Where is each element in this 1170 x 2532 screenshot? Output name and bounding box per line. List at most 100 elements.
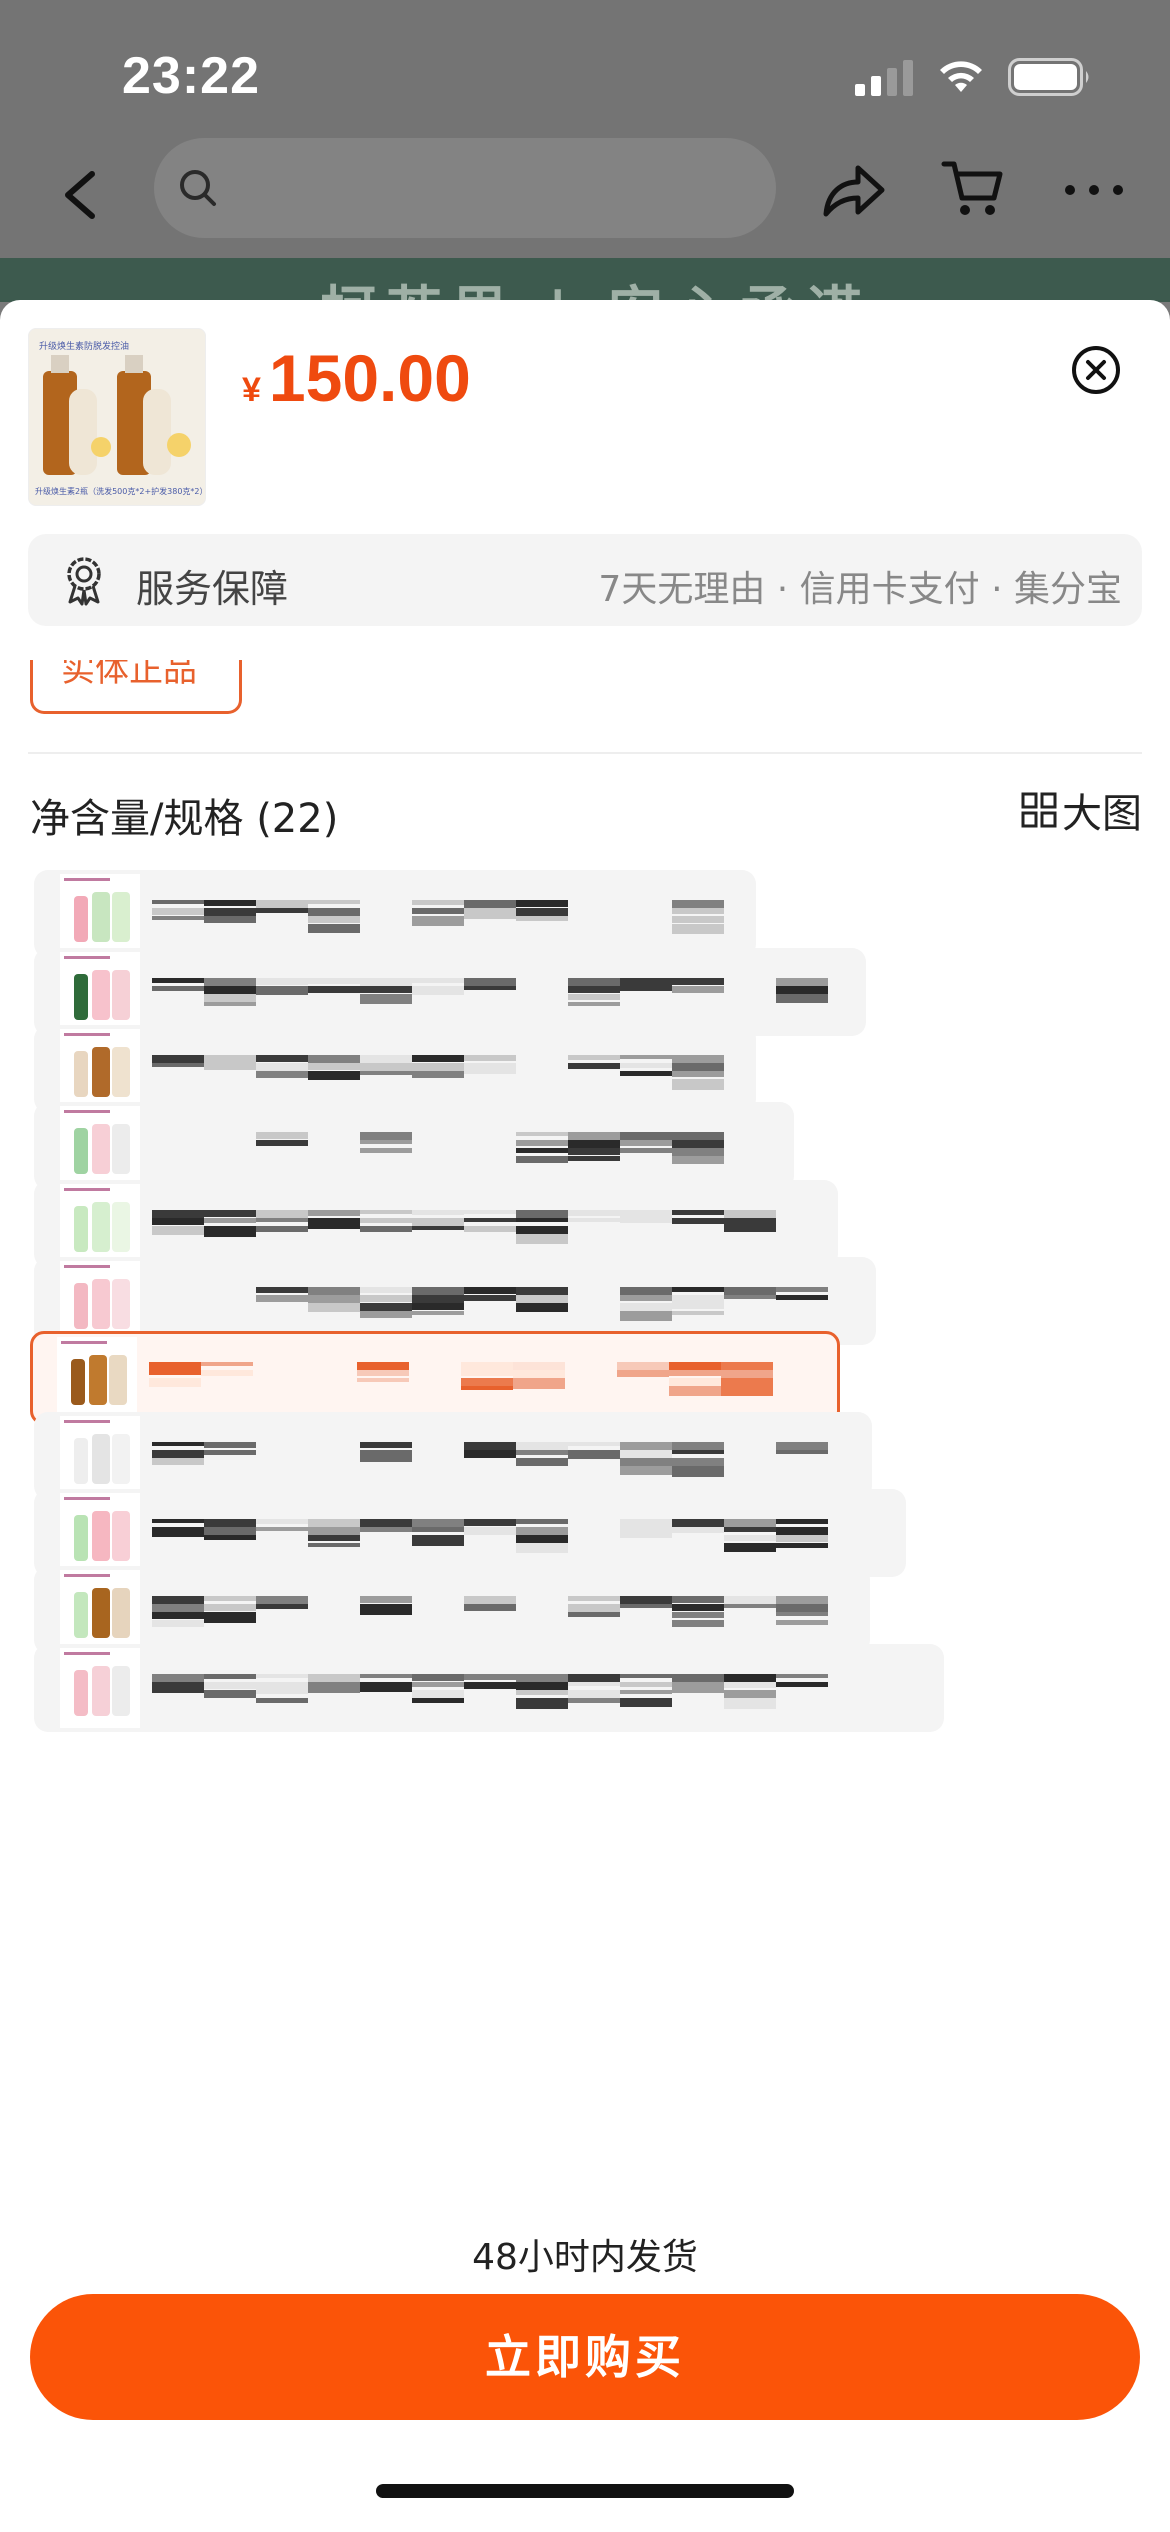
spec-option[interactable] bbox=[34, 1412, 872, 1500]
spec-option[interactable] bbox=[34, 870, 756, 958]
redaction-block bbox=[672, 1218, 724, 1224]
redaction-block bbox=[152, 1527, 204, 1537]
spec-option-label-redacted bbox=[152, 882, 726, 946]
redaction-block bbox=[256, 1055, 308, 1062]
spec-option-thumbnail bbox=[60, 1029, 140, 1109]
redaction-block bbox=[516, 1690, 568, 1695]
redaction-block bbox=[152, 1218, 204, 1225]
spec-option-thumbnail bbox=[60, 952, 140, 1032]
sku-selector-sheet: 升级焕生素防脱发控油 升级焕生素2瓶（洗发500克*2+护发380克*2） ¥1… bbox=[0, 300, 1170, 2532]
redaction-block bbox=[308, 924, 360, 933]
redaction-block bbox=[308, 916, 360, 923]
bottle-shape bbox=[74, 1670, 88, 1716]
service-guarantee-row[interactable]: 服务保障 7天无理由 · 信用卡支付 · 集分宝 bbox=[28, 534, 1142, 626]
redaction-block bbox=[357, 1378, 409, 1382]
redaction-block bbox=[568, 1450, 620, 1459]
option-tag-partial[interactable]: 实体正品 bbox=[30, 660, 242, 714]
thumb-caption-line bbox=[64, 1574, 110, 1577]
redaction-block bbox=[672, 1596, 724, 1603]
redaction-block bbox=[724, 1226, 776, 1232]
redaction-block bbox=[412, 1527, 464, 1532]
redaction-block bbox=[776, 1543, 828, 1548]
redaction-block bbox=[461, 1386, 513, 1390]
redaction-block bbox=[308, 1543, 360, 1547]
bottle-shape bbox=[109, 1355, 127, 1405]
service-label: 服务保障 bbox=[136, 567, 289, 611]
redaction-block bbox=[672, 1527, 724, 1533]
spec-option-thumbnail bbox=[60, 1493, 140, 1573]
spec-option[interactable] bbox=[34, 1566, 870, 1654]
big-picture-toggle[interactable]: 大图 bbox=[1020, 786, 1142, 837]
redaction-block bbox=[360, 1226, 412, 1232]
redaction-block bbox=[620, 1527, 672, 1538]
redaction-block bbox=[204, 1535, 256, 1540]
close-icon[interactable] bbox=[1070, 344, 1122, 396]
status-time: 23:22 bbox=[122, 47, 260, 105]
spec-option[interactable] bbox=[30, 1331, 840, 1425]
product-thumbnail[interactable]: 升级焕生素防脱发控油 升级焕生素2瓶（洗发500克*2+护发380克*2） bbox=[28, 328, 206, 506]
search-icon bbox=[180, 170, 216, 206]
redaction-block bbox=[516, 916, 568, 921]
grid-icon bbox=[1021, 792, 1057, 828]
redaction-block bbox=[464, 908, 516, 919]
redaction-block bbox=[724, 1682, 776, 1688]
redaction-block bbox=[152, 900, 204, 904]
spec-option-image bbox=[61, 1341, 127, 1405]
share-icon[interactable] bbox=[818, 160, 888, 222]
redaction-block bbox=[776, 994, 828, 1003]
spec-option-label-redacted bbox=[152, 1192, 808, 1256]
bottle-shape bbox=[92, 1279, 110, 1329]
redaction-block bbox=[568, 986, 620, 993]
redaction-block bbox=[620, 1071, 672, 1076]
redaction-block bbox=[256, 1519, 308, 1524]
redaction-block bbox=[724, 1210, 776, 1218]
cart-icon[interactable] bbox=[940, 156, 1006, 222]
redaction-block bbox=[568, 1596, 620, 1601]
redaction-block bbox=[516, 1148, 568, 1153]
cellular-signal-icon bbox=[855, 60, 913, 96]
bottle-shape bbox=[92, 1666, 110, 1716]
bottle-shape bbox=[71, 1359, 85, 1405]
spec-option-image bbox=[64, 1652, 130, 1716]
redaction-block bbox=[412, 916, 464, 926]
redaction-block bbox=[256, 1295, 308, 1302]
back-button[interactable] bbox=[50, 160, 110, 230]
redaction-block bbox=[568, 1442, 620, 1446]
redaction-block bbox=[360, 1596, 412, 1603]
redaction-block bbox=[620, 1311, 672, 1321]
redaction-block bbox=[152, 916, 204, 920]
redaction-block bbox=[149, 1370, 201, 1375]
wifi-icon bbox=[940, 61, 982, 92]
spec-option[interactable] bbox=[34, 1180, 838, 1268]
bottle-shape bbox=[92, 1511, 110, 1561]
currency-symbol: ¥ bbox=[242, 371, 261, 409]
search-input[interactable] bbox=[154, 138, 776, 238]
redaction-block bbox=[256, 1604, 308, 1609]
redaction-block bbox=[256, 1690, 308, 1694]
redaction-block bbox=[357, 1370, 409, 1376]
redaction-block bbox=[204, 1612, 256, 1623]
redaction-block bbox=[152, 1620, 204, 1627]
buy-now-button[interactable]: 立即购买 bbox=[30, 2294, 1140, 2420]
redaction-block bbox=[412, 986, 464, 995]
more-icon[interactable] bbox=[1062, 170, 1126, 210]
spec-option[interactable] bbox=[34, 1644, 944, 1732]
redaction-block bbox=[256, 1226, 308, 1232]
redaction-block bbox=[672, 986, 724, 993]
spec-option[interactable] bbox=[34, 948, 866, 1036]
redaction-block bbox=[360, 1218, 412, 1223]
redaction-block bbox=[776, 1450, 828, 1454]
spec-option-thumbnail bbox=[57, 1337, 137, 1417]
option-tag-label: 实体正品 bbox=[61, 660, 197, 690]
price: ¥150.00 bbox=[242, 340, 471, 416]
spec-option[interactable] bbox=[34, 1025, 756, 1113]
spec-option[interactable] bbox=[34, 1102, 794, 1190]
redaction-block bbox=[152, 1442, 204, 1446]
spec-option[interactable] bbox=[34, 1489, 906, 1577]
spec-option-label-redacted bbox=[152, 1424, 842, 1488]
redaction-block bbox=[152, 1063, 204, 1067]
redaction-block bbox=[672, 1287, 724, 1292]
redaction-block bbox=[620, 1596, 672, 1604]
redaction-block bbox=[152, 1682, 204, 1693]
redaction-block bbox=[568, 1055, 620, 1060]
